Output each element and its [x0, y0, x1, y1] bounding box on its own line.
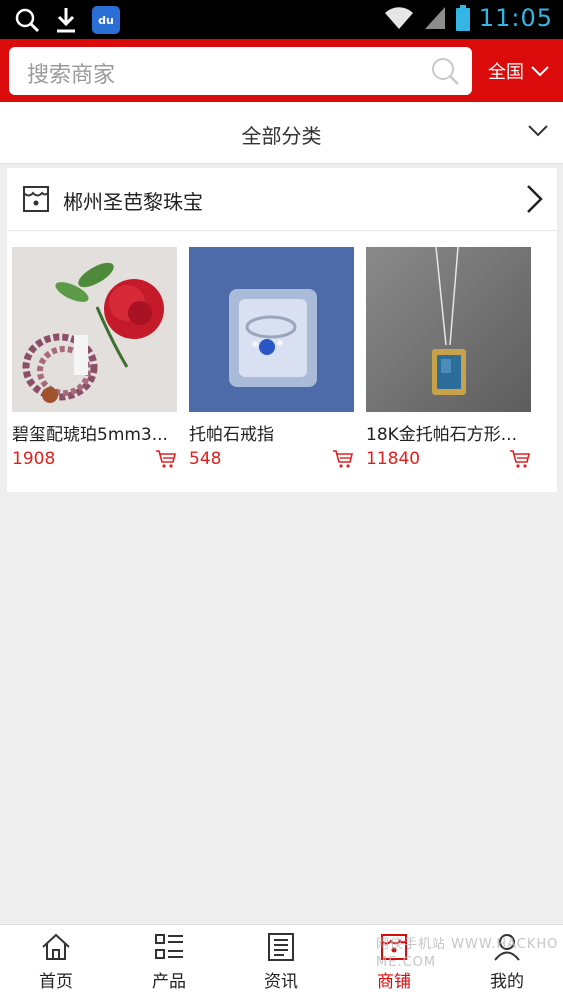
baidu-app-icon: du [92, 6, 120, 34]
nav-label: 商铺 [377, 972, 411, 992]
product-price: 548 [189, 449, 222, 469]
product-image[interactable] [189, 247, 354, 412]
nav-label: 资讯 [264, 972, 298, 992]
search-header: 搜索商家 全国 [0, 39, 563, 102]
product-name: 18K金托帕石方形... [366, 425, 517, 445]
region-selector[interactable]: 全国 [488, 58, 550, 84]
cart-icon[interactable] [155, 449, 177, 469]
search-icon [15, 8, 40, 33]
product-card[interactable]: 托帕石戒指 548 [189, 247, 354, 469]
nav-shops[interactable]: 商铺 [354, 933, 434, 992]
shop-name: 郴州圣芭黎珠宝 [63, 190, 203, 214]
status-bar: du 11:05 [0, 0, 563, 39]
cart-icon[interactable] [509, 449, 531, 469]
product-name: 碧玺配琥珀5mm3... [12, 425, 168, 445]
shop-icon [23, 186, 49, 212]
product-card[interactable]: 碧玺配琥珀5mm3... 1908 [12, 247, 177, 469]
product-card[interactable]: 18K金托帕石方形... 11840 [366, 247, 531, 469]
download-icon [57, 8, 75, 33]
product-image[interactable] [12, 247, 177, 412]
category-label: 全部分类 [241, 124, 322, 148]
status-time: 11:05 [478, 4, 553, 32]
product-image[interactable] [366, 247, 531, 412]
nav-products[interactable]: 产品 [129, 933, 209, 992]
nav-news[interactable]: 资讯 [241, 933, 321, 992]
nav-label: 我的 [490, 972, 524, 992]
shop-header[interactable]: 郴州圣芭黎珠宝 [7, 168, 557, 231]
product-price: 11840 [366, 449, 421, 469]
nav-me[interactable]: 我的 [467, 933, 547, 992]
bottom-nav: 首页 产品 资讯 商铺 我的 [0, 924, 563, 1002]
chevron-down-icon [528, 125, 548, 137]
home-icon [42, 933, 70, 960]
user-icon [494, 934, 520, 961]
cart-icon[interactable] [332, 449, 354, 469]
product-name: 托帕石戒指 [189, 425, 274, 445]
search-placeholder: 搜索商家 [27, 63, 116, 88]
shop-icon [381, 934, 407, 960]
list-icon [155, 934, 183, 959]
wifi-icon [384, 7, 413, 30]
shop-card: 郴州圣芭黎珠宝 碧玺配琥珀5mm3... 1908 托帕石戒指 548 18K金… [7, 168, 557, 492]
signal-icon [424, 7, 445, 29]
news-icon [268, 933, 294, 961]
category-filter[interactable]: 全部分类 [0, 102, 563, 164]
nav-home[interactable]: 首页 [16, 933, 96, 992]
chevron-right-icon [527, 185, 543, 213]
search-input[interactable]: 搜索商家 [9, 47, 472, 95]
search-icon[interactable] [430, 56, 460, 86]
nav-label: 产品 [152, 972, 186, 992]
product-price: 1908 [12, 449, 56, 469]
chevron-down-icon [531, 66, 549, 77]
nav-label: 首页 [39, 972, 73, 992]
region-label: 全国 [488, 62, 524, 83]
battery-icon [455, 5, 470, 31]
